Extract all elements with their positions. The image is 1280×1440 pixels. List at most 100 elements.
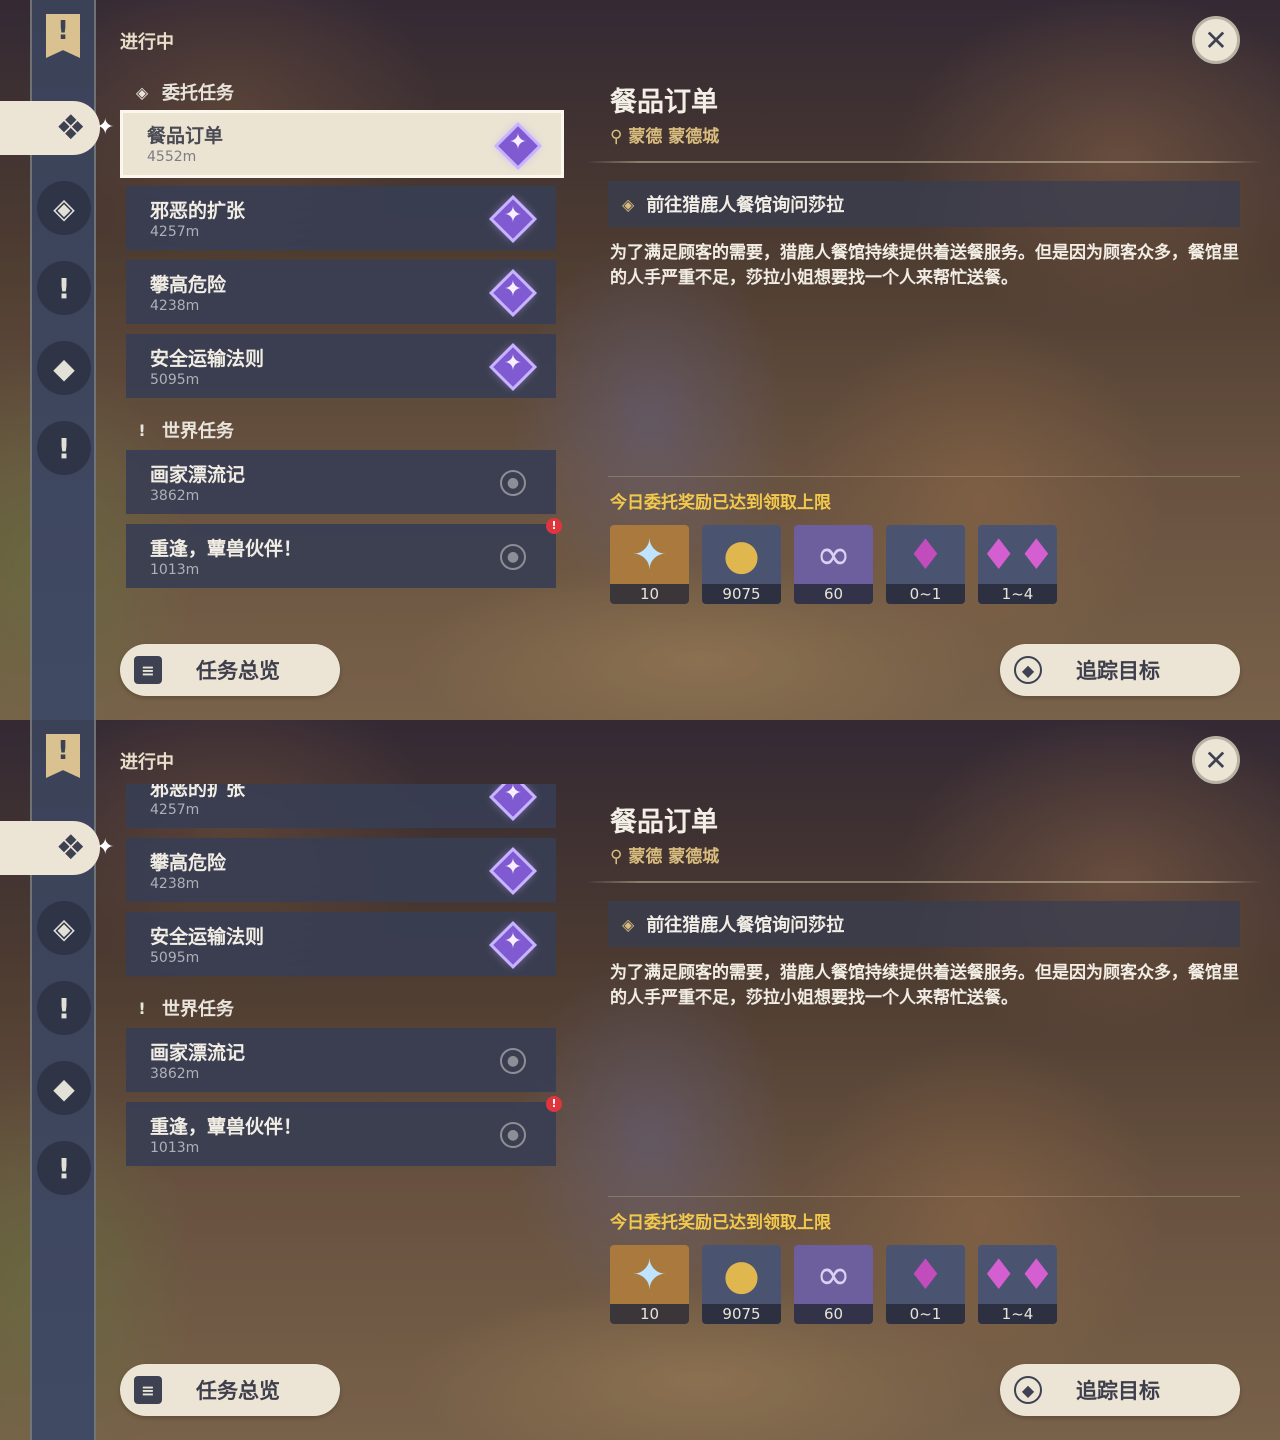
quest-item[interactable]: 画家漂流记 3862m ● [126,1028,556,1092]
quest-step: ◈ 前往猎鹿人餐馆询问莎拉 [608,181,1240,227]
quest-item[interactable]: 攀高危险 4238m [126,838,556,902]
quest-name: 餐品订单 [147,125,224,147]
quest-overview-button[interactable]: ≡ 任务总览 [120,1364,340,1416]
alert-badge-icon: ! [546,518,562,534]
quest-item[interactable]: 画家漂流记 3862m ● [126,450,556,514]
quest-distance: 4257m [150,802,200,818]
commission-section-icon: ◈ [135,82,149,102]
reward-item[interactable]: ♦ 0~1 [886,1245,965,1324]
quest-item[interactable]: 邪恶的扩张 4257m [126,186,556,250]
sparkle-icon: ✦ [96,115,115,140]
step-diamond-icon: ◈ [622,914,635,934]
step-diamond-icon: ◈ [622,194,635,214]
list-icon: ≡ [134,1376,162,1404]
mora-icon: ● [723,530,760,579]
rail-tab-event[interactable]: ! [37,421,91,475]
reward-item[interactable]: ♦♦ 1~4 [978,525,1057,604]
quest-distance: 5095m [150,372,200,388]
rail-tab-archon[interactable]: ◈ [37,181,91,235]
rail-tab-story[interactable]: ◆ [37,341,91,395]
quest-detail: 餐品订单 ⚲ 蒙德 蒙德城 ◈ 前往猎鹿人餐馆询问莎拉 为了满足顾客的需要，猎鹿… [586,0,1262,720]
reward-item[interactable]: ● 9075 [702,525,781,604]
location-pin-icon: ● [492,1040,534,1082]
reward-list: ✦ 10 ● 9075 ∞ 60 ♦ 0~1 ♦♦ 1~4 [610,1245,1057,1324]
detail-location: ⚲ 蒙德 蒙德城 [610,847,720,867]
quest-item-selected[interactable]: 餐品订单 4552m [120,110,564,178]
event-quest-icon: ! [57,1151,71,1185]
quest-distance: 5095m [150,950,200,966]
reward-item[interactable]: ● 9075 [702,1245,781,1324]
commission-quest-icon [492,924,534,966]
quest-description: 为了满足顾客的需要，猎鹿人餐馆持续提供着送餐服务。但是因为顾客众多，餐馆里的人手… [610,243,1239,288]
quest-name: 攀高危险 [150,852,227,874]
section-world: ! 世界任务 [132,995,234,1021]
rail-tab-world[interactable]: ! [37,981,91,1035]
primogem-icon: ✦ [631,530,668,579]
quest-panel-top: ! ❖ ✦ ◈ ! ◆ ! 进行中 ◈ 委托任务 餐品订单 4552m 邪恶的扩… [0,0,1280,720]
track-diamond-icon: ◆ [1014,1376,1042,1404]
event-quest-icon: ! [57,431,71,465]
quest-item[interactable]: 安全运输法则 5095m [126,912,556,976]
divider [608,1196,1240,1197]
quest-item[interactable]: 安全运输法则 5095m [126,334,556,398]
reward-item[interactable]: ♦ 0~1 [886,525,965,604]
reward-item[interactable]: ∞ 60 [794,525,873,604]
rail-tab-archon[interactable]: ◈ [37,901,91,955]
rail-tab-commission[interactable]: ❖ [0,821,100,875]
divider [608,476,1240,477]
quest-panel-bottom: ! ❖ ✦ ◈ ! ◆ ! 进行中 邪恶的扩张 4257m 攀高危险 4238m… [0,720,1280,1440]
quest-name: 重逢，蕈兽伙伴！ [150,1116,303,1138]
quest-distance: 3862m [150,1066,200,1082]
rail-tab-commission[interactable]: ❖ [0,101,100,155]
in-progress-header: 进行中 [120,752,174,773]
quest-distance: 3862m [150,488,200,504]
location-pin-icon: ● [492,536,534,578]
rail-tab-event[interactable]: ! [37,1141,91,1195]
commission-icon: ❖ [55,828,86,868]
track-diamond-icon: ◆ [1014,656,1042,684]
reward-item[interactable]: ✦ 10 [610,525,689,604]
section-commission: ◈ 委托任务 [132,79,234,105]
quest-item[interactable]: 重逢，蕈兽伙伴！ 1013m ● ! [126,518,562,588]
commission-quest-icon [497,125,539,167]
story-quest-icon: ◆ [53,351,75,385]
commission-quest-icon [492,850,534,892]
quest-name: 邪恶的扩张 [150,200,246,222]
world-section-icon: ! [138,998,146,1018]
divider [586,161,1262,163]
quest-detail: 餐品订单 ⚲ 蒙德 蒙德城 ◈ 前往猎鹿人餐馆询问莎拉 为了满足顾客的需要，猎鹿… [586,720,1262,1440]
alert-badge-icon: ! [546,1096,562,1112]
rail-tab-world[interactable]: ! [37,261,91,315]
quest-description: 为了满足顾客的需要，猎鹿人餐馆持续提供着送餐服务。但是因为顾客众多，餐馆里的人手… [610,963,1239,1008]
quest-distance: 1013m [150,1140,200,1156]
location-pin-icon: ● [492,1114,534,1156]
adventure-exp-icon: ∞ [816,1250,851,1299]
quest-overview-button[interactable]: ≡ 任务总览 [120,644,340,696]
quest-list: ◈ 委托任务 餐品订单 4552m 邪恶的扩张 4257m 攀高危险 4238m… [120,0,564,720]
quest-name: 安全运输法则 [150,926,265,948]
track-target-button[interactable]: ◆ 追踪目标 [1000,644,1240,696]
track-target-button[interactable]: ◆ 追踪目标 [1000,1364,1240,1416]
reward-item[interactable]: ✦ 10 [610,1245,689,1324]
quest-item[interactable]: 重逢，蕈兽伙伴！ 1013m ● ! [126,1096,562,1166]
quest-distance: 4238m [150,298,200,314]
archon-quest-icon: ◈ [53,911,75,945]
quest-item[interactable]: 攀高危险 4238m [126,260,556,324]
crystal-icon: ♦ [906,1250,945,1299]
commission-quest-icon [492,272,534,314]
world-section-icon: ! [138,420,146,440]
quest-step: ◈ 前往猎鹿人餐馆询问莎拉 [608,901,1240,947]
location-pin-icon: ⚲ [610,847,623,867]
quest-name: 重逢，蕈兽伙伴！ [150,538,303,560]
reward-item[interactable]: ♦♦ 1~4 [978,1245,1057,1324]
rail-tab-story[interactable]: ◆ [37,1061,91,1115]
divider [586,881,1262,883]
reward-list: ✦ 10 ● 9075 ∞ 60 ♦ 0~1 ♦♦ 1~4 [610,525,1057,604]
reward-item[interactable]: ∞ 60 [794,1245,873,1324]
quest-name: 画家漂流记 [150,464,246,486]
adventure-exp-icon: ∞ [816,530,851,579]
commission-quest-icon [492,198,534,240]
location-pin-icon: ● [492,462,534,504]
world-quest-icon: ! [57,271,71,305]
location-pin-icon: ⚲ [610,127,623,147]
